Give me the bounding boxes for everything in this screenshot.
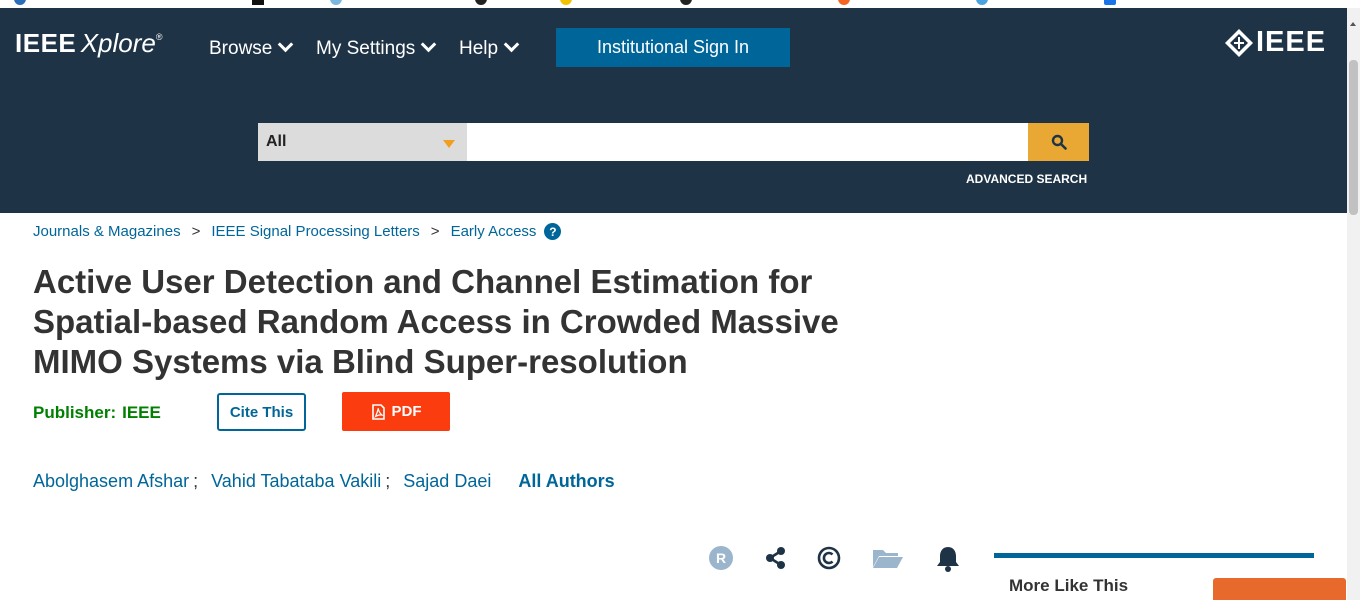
bookmark-item[interactable] xyxy=(330,0,348,5)
chevron-down-icon xyxy=(420,36,437,53)
bookmark-item[interactable] xyxy=(475,0,493,5)
scroll-up-arrow-icon[interactable] xyxy=(1350,22,1356,26)
advanced-search-link[interactable]: ADVANCED SEARCH xyxy=(966,172,1087,186)
publisher-name: IEEE xyxy=(122,403,161,422)
search-scope-select[interactable]: All xyxy=(258,123,467,161)
ieee-logo[interactable]: IEEE xyxy=(1224,26,1326,59)
logo-brand-text: IEEE xyxy=(15,28,77,58)
cite-this-button[interactable]: Cite This xyxy=(217,393,306,431)
pdf-file-icon xyxy=(371,403,385,420)
chevron-down-icon xyxy=(503,36,520,53)
bookmark-item[interactable] xyxy=(1104,0,1122,5)
author-link[interactable]: Vahid Tabataba Vakili xyxy=(211,471,381,491)
search-button[interactable] xyxy=(1028,123,1089,161)
bookmark-item[interactable] xyxy=(838,0,856,5)
bookmark-item[interactable] xyxy=(252,0,270,5)
article-title: Active User Detection and Channel Estima… xyxy=(33,263,839,380)
logo-product-text: Xplore xyxy=(80,28,156,58)
svg-text:R: R xyxy=(716,550,726,566)
bookmark-item[interactable] xyxy=(560,0,578,5)
search-input[interactable] xyxy=(467,123,1028,161)
nav-my-settings[interactable]: My Settings xyxy=(316,36,437,60)
ieee-xplore-logo[interactable]: IEEE Xplore® xyxy=(15,28,163,59)
author-link[interactable]: Abolghasem Afshar xyxy=(33,471,189,491)
breadcrumb: Journals & Magazines > IEEE Signal Proce… xyxy=(33,223,562,240)
search-scope-value: All xyxy=(266,133,287,150)
ieee-diamond-icon xyxy=(1225,28,1253,57)
all-authors-link[interactable]: All Authors xyxy=(518,471,614,491)
author-list: Abolghasem Afshar; Vahid Tabataba Vakili… xyxy=(33,471,615,492)
author-separator: ; xyxy=(385,471,391,491)
author-separator: ; xyxy=(193,471,199,491)
nav-my-settings-label: My Settings xyxy=(316,38,416,59)
nav-browse[interactable]: Browse xyxy=(209,36,294,60)
nav-help[interactable]: Help xyxy=(459,36,520,60)
breadcrumb-signal-processing-letters[interactable]: IEEE Signal Processing Letters xyxy=(211,223,419,240)
bookmark-item[interactable] xyxy=(976,0,994,5)
author-link[interactable]: Sajad Daei xyxy=(403,471,491,491)
pdf-button[interactable]: PDF xyxy=(342,392,450,431)
folder-icon[interactable] xyxy=(872,545,904,571)
breadcrumb-early-access[interactable]: Early Access xyxy=(451,223,537,240)
bookmark-item[interactable] xyxy=(14,0,32,5)
pdf-button-label: PDF xyxy=(391,403,422,420)
bell-icon[interactable] xyxy=(935,545,961,573)
publisher-label: Publisher: xyxy=(33,403,117,422)
breadcrumb-journals-magazines[interactable]: Journals & Magazines xyxy=(33,223,181,240)
more-like-this-heading: More Like This xyxy=(1009,576,1129,595)
institutional-sign-in-button[interactable]: Institutional Sign In xyxy=(556,28,790,67)
search-icon xyxy=(1051,134,1067,150)
page-scrollbar[interactable] xyxy=(1347,8,1360,600)
chevron-down-icon xyxy=(278,36,294,53)
caret-down-icon xyxy=(443,140,455,148)
bookmarks-bar xyxy=(0,0,1360,8)
nav-browse-label: Browse xyxy=(209,38,273,59)
breadcrumb-separator: > xyxy=(430,223,440,240)
publisher-info: Publisher: IEEE xyxy=(33,403,161,423)
help-icon[interactable]: ? xyxy=(544,223,562,240)
ieee-logo-text: IEEE xyxy=(1256,26,1327,58)
logo-reg-mark: ® xyxy=(155,32,163,42)
feedback-button[interactable] xyxy=(1213,578,1346,600)
bookmark-item[interactable] xyxy=(680,0,698,5)
site-header: IEEE Xplore® Browse My Settings Help Ins… xyxy=(0,8,1347,213)
nav-help-label: Help xyxy=(459,38,499,59)
breadcrumb-separator: > xyxy=(191,223,201,240)
share-icon[interactable] xyxy=(764,545,788,571)
search-bar: All xyxy=(258,123,1089,161)
copyright-icon[interactable] xyxy=(816,545,842,571)
scroll-thumb[interactable] xyxy=(1349,60,1358,215)
rights-icon[interactable]: R xyxy=(708,545,734,571)
